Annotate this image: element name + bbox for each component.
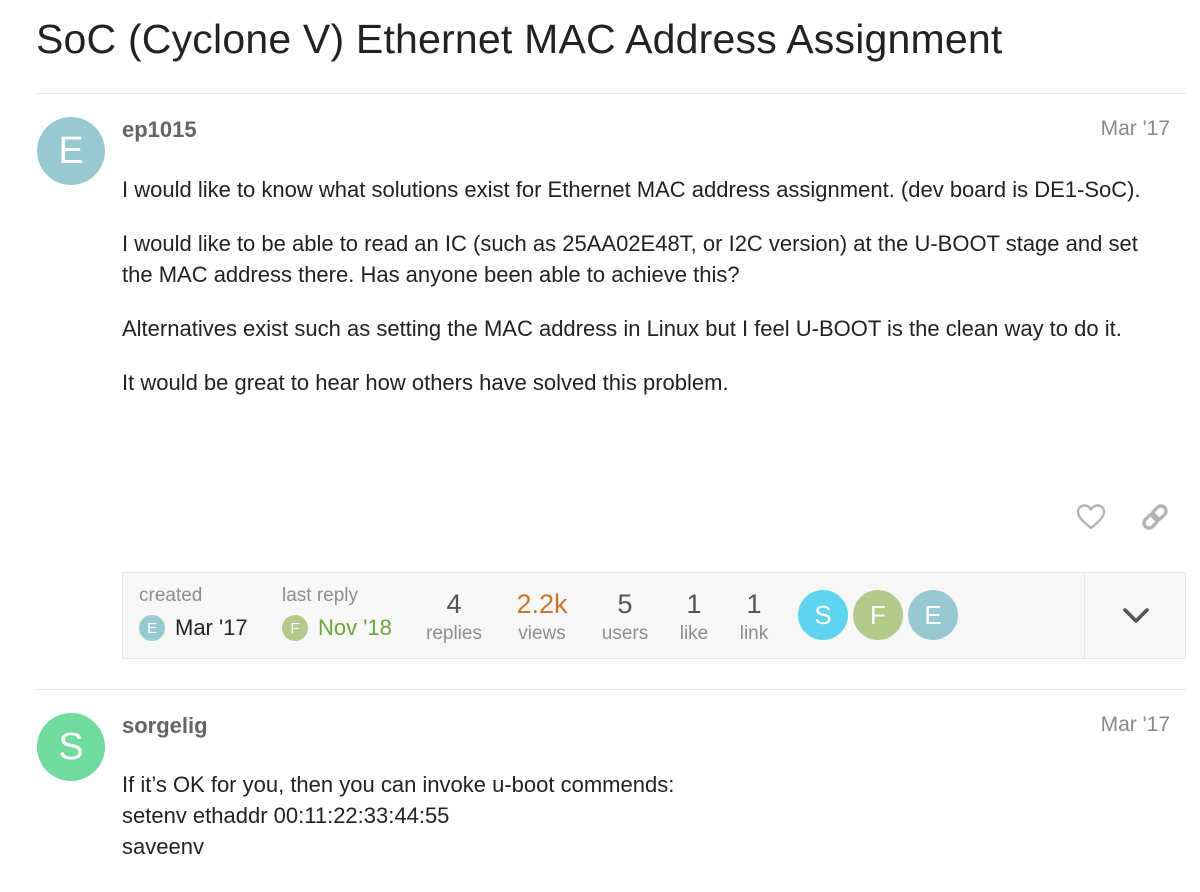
stat-likes: 1 like	[664, 589, 724, 645]
post-content: I would like to know what solutions exis…	[122, 174, 1170, 421]
stat-value: 5	[617, 589, 633, 619]
post-username[interactable]: sorgelig	[122, 713, 208, 739]
stat-value: 1	[746, 589, 762, 619]
avatar-letter: E	[58, 129, 84, 172]
topic-map: created E Mar '17 last reply F Nov '18 4…	[122, 572, 1186, 659]
like-button[interactable]	[1073, 499, 1109, 535]
heart-icon	[1076, 504, 1106, 530]
participant-avatar[interactable]: F	[853, 590, 903, 640]
post-paragraph: It would be great to hear how others hav…	[122, 370, 729, 395]
created-date: Mar '17	[175, 615, 248, 640]
post-username[interactable]: ep1015	[122, 117, 197, 143]
participant-avatar[interactable]: E	[908, 590, 958, 640]
last-reply-date-link[interactable]: F Nov '18	[282, 615, 392, 641]
avatar[interactable]: S	[37, 713, 105, 781]
created-label: created	[139, 585, 203, 606]
stat-links: 1 link	[724, 589, 784, 645]
created-date-link[interactable]: E Mar '17	[139, 615, 248, 641]
divider	[36, 93, 1186, 94]
created-info: created E Mar '17	[139, 585, 248, 641]
post-date[interactable]: Mar '17	[1101, 713, 1170, 737]
mini-avatar: E	[139, 615, 165, 641]
chevron-down-icon	[1123, 608, 1149, 623]
last-reply-date: Nov '18	[318, 615, 392, 640]
divider	[36, 689, 1186, 690]
post-paragraph: I would like to be able to read an IC (s…	[122, 231, 1138, 287]
post-line: If it’s OK for you, then you can invoke …	[122, 772, 675, 797]
post-paragraph: Alternatives exist such as setting the M…	[122, 316, 1122, 341]
avatar[interactable]: E	[37, 117, 105, 185]
last-reply-info: last reply F Nov '18	[282, 585, 392, 641]
stat-label: link	[739, 623, 769, 644]
post-line: setenv ethaddr 00:11:22:33:44:55	[122, 803, 450, 828]
stat-label: like	[679, 623, 709, 644]
post-paragraph: I would like to know what solutions exis…	[122, 177, 1141, 202]
mini-avatar: F	[282, 615, 308, 641]
stat-label: users	[601, 623, 649, 644]
stat-label: replies	[426, 623, 482, 644]
stat-users: 5 users	[590, 589, 660, 645]
link-icon	[1142, 504, 1168, 530]
last-reply-label: last reply	[282, 585, 359, 606]
stat-value: 2.2k	[516, 589, 568, 619]
participant-avatar[interactable]: S	[798, 590, 848, 640]
post-date[interactable]: Mar '17	[1101, 117, 1170, 141]
stat-views: 2.2k views	[507, 589, 577, 645]
stat-value: 1	[686, 589, 702, 619]
stat-replies: 4 replies	[419, 589, 489, 645]
post-line: saveenv	[122, 834, 204, 859]
share-link-button[interactable]	[1137, 499, 1173, 535]
expand-topic-map-button[interactable]	[1118, 598, 1154, 634]
stat-value: 4	[446, 589, 462, 619]
post-content: If it’s OK for you, then you can invoke …	[122, 769, 1170, 862]
divider	[1084, 573, 1085, 658]
avatar-letter: S	[58, 725, 84, 768]
stat-label: views	[518, 623, 566, 644]
topic-title[interactable]: SoC (Cyclone V) Ethernet MAC Address Ass…	[36, 16, 1002, 63]
